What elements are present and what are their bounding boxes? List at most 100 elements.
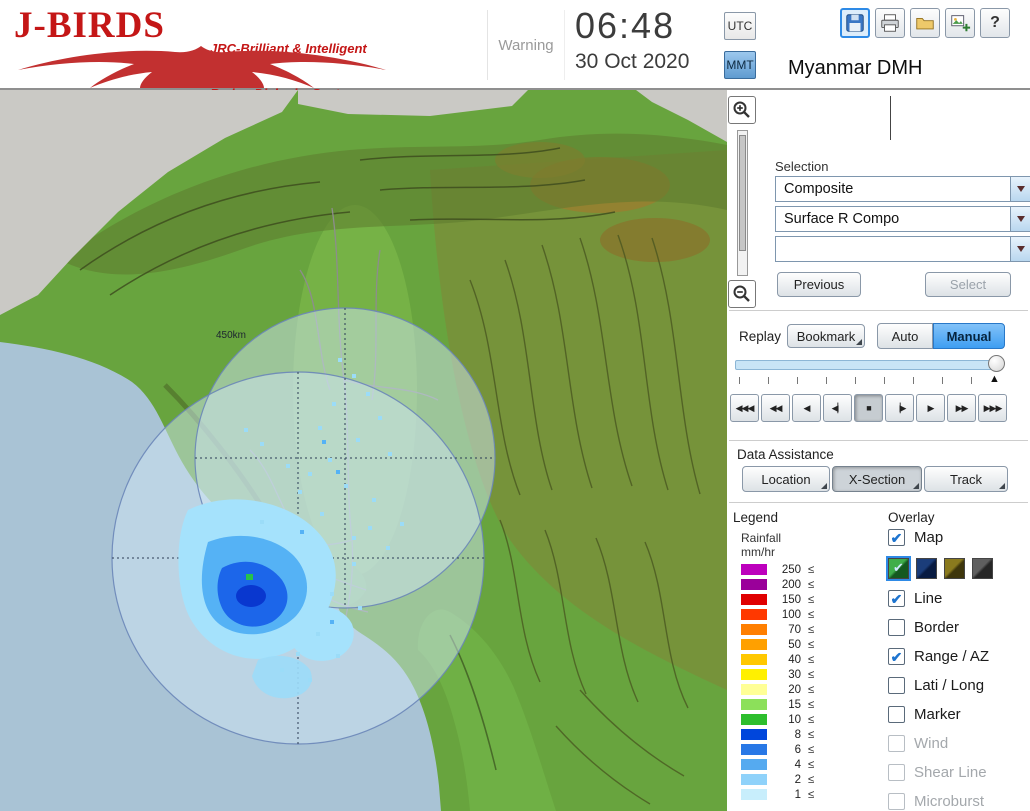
legend-color-swatch [741, 624, 767, 635]
legend-value: 1 [775, 789, 801, 801]
map-style-row: ✔ [888, 556, 1030, 580]
legend-le-sign: ≤ [808, 594, 814, 606]
zoom-out-button[interactable] [728, 280, 756, 308]
dropdown-product[interactable]: Surface R Compo [775, 206, 1030, 232]
map-style-navy-swatch[interactable] [916, 558, 937, 579]
playback-stop-button[interactable]: ■ [854, 394, 883, 422]
legend-value: 200 [775, 579, 801, 591]
dropdown-open-button[interactable] [1010, 237, 1030, 261]
legend-value: 2 [775, 774, 801, 786]
help-button[interactable]: ? [980, 8, 1010, 38]
timeline-slider[interactable] [735, 360, 1003, 370]
data-assistance-label: Data Assistance [737, 447, 834, 462]
legend-rows: 250≤200≤150≤100≤70≤50≤40≤30≤20≤15≤10≤8≤6… [741, 562, 814, 802]
eagle-icon [10, 44, 395, 88]
dropdown-product-group[interactable]: Composite [775, 176, 1030, 202]
save-icon [844, 12, 866, 34]
lati-long-checkbox[interactable] [888, 677, 905, 694]
microburst-checkbox[interactable] [888, 793, 905, 810]
legend-le-sign: ≤ [808, 609, 814, 621]
top-bar: J-BIRDS JRC-Brilliant & Intelligent Rada… [0, 0, 1030, 90]
legend-row-4: 4≤ [741, 757, 814, 772]
legend-row-2: 2≤ [741, 772, 814, 787]
marker-checkbox[interactable] [888, 706, 905, 723]
clock-time: 06:48 [575, 5, 689, 47]
radar-map[interactable]: 450km [0, 90, 727, 811]
help-icon: ? [990, 14, 1000, 32]
bookmark-button[interactable]: Bookmark [787, 324, 865, 348]
save-button[interactable] [840, 8, 870, 38]
zoom-in-button[interactable] [728, 96, 756, 124]
x-section-button-label: X-Section [849, 472, 905, 487]
overlay-item-label: Border [914, 619, 959, 636]
legend-color-swatch [741, 759, 767, 770]
export-button[interactable] [945, 8, 975, 38]
utc-button[interactable]: UTC [724, 12, 756, 40]
overlay-item-marker[interactable]: Marker [888, 704, 1030, 725]
open-button[interactable] [910, 8, 940, 38]
location-button[interactable]: Location [742, 466, 830, 492]
previous-button[interactable]: Previous [777, 272, 861, 297]
track-button[interactable]: Track [924, 466, 1008, 492]
manual-mode-button[interactable]: Manual [933, 323, 1005, 349]
overlay-item-border[interactable]: Border [888, 617, 1030, 638]
shear-line-checkbox[interactable] [888, 764, 905, 781]
corner-expand-icon [821, 483, 827, 489]
selection-label: Selection [775, 159, 828, 174]
playback-jump-first-button[interactable]: ◀◀◀ [730, 394, 759, 422]
map-checkbox[interactable]: ✔ [888, 529, 905, 546]
overlay-item-line[interactable]: ✔Line [888, 588, 1030, 609]
map-style-olive-swatch[interactable] [944, 558, 965, 579]
range-az-checkbox[interactable]: ✔ [888, 648, 905, 665]
playback-play-button[interactable]: ▶ [916, 394, 945, 422]
legend-le-sign: ≤ [808, 684, 814, 696]
playback-step-forward-button[interactable]: ▕▶ [885, 394, 914, 422]
timeline-slider-thumb[interactable] [988, 355, 1005, 372]
select-button[interactable]: Select [925, 272, 1011, 297]
map-style-green-swatch[interactable]: ✔ [888, 558, 909, 579]
legend-color-swatch [741, 594, 767, 605]
mmt-button[interactable]: MMT [724, 51, 756, 79]
x-section-button[interactable]: X-Section [832, 466, 922, 492]
overlay-item-label: Shear Line [914, 764, 987, 781]
map-style-dark-swatch[interactable] [972, 558, 993, 579]
legend-value: 10 [775, 714, 801, 726]
overlay-item-microburst[interactable]: Microburst [888, 791, 1030, 811]
overlay-item-map[interactable]: ✔Map [888, 527, 1030, 548]
timezone-switch: UTC MMT [724, 12, 756, 90]
legend-value: 6 [775, 744, 801, 756]
legend-row-10: 10≤ [741, 712, 814, 727]
jbirds-app: J-BIRDS JRC-Brilliant & Intelligent Rada… [0, 0, 1030, 811]
overlay-item-lati-long[interactable]: Lati / Long [888, 675, 1030, 696]
warning-indicator[interactable]: Warning [487, 10, 565, 80]
dropdown-open-button[interactable] [1010, 177, 1030, 201]
zoom-slider[interactable] [737, 130, 748, 276]
dropdown-option[interactable] [775, 236, 1030, 262]
control-panel: Selection Composite Surface R Compo Prev… [727, 90, 1030, 811]
station-field-divider [890, 96, 891, 140]
playback-jump-last-button[interactable]: ▶▶▶ [978, 394, 1007, 422]
station-name: Myanmar DMH [788, 57, 922, 80]
playback-step-back-button[interactable]: ◀▏ [823, 394, 852, 422]
legend-row-200: 200≤ [741, 577, 814, 592]
legend-value: 100 [775, 609, 801, 621]
overlay-item-range-az[interactable]: ✔Range / AZ [888, 646, 1030, 667]
line-checkbox[interactable]: ✔ [888, 590, 905, 607]
legend-color-swatch [741, 774, 767, 785]
playback-play-backward-button[interactable]: ◀ [792, 394, 821, 422]
dropdown-open-button[interactable] [1010, 207, 1030, 231]
corner-expand-icon [913, 483, 919, 489]
playback-fast-forward-button[interactable]: ▶▶ [947, 394, 976, 422]
overlay-item-wind[interactable]: Wind [888, 733, 1030, 754]
legend-le-sign: ≤ [808, 729, 814, 741]
playback-fast-rewind-button[interactable]: ◀◀ [761, 394, 790, 422]
overlay-item-shear-line[interactable]: Shear Line [888, 762, 1030, 783]
zoom-slider-thumb[interactable] [739, 135, 746, 251]
print-button[interactable] [875, 8, 905, 38]
auto-mode-button[interactable]: Auto [877, 323, 933, 349]
legend-value: 30 [775, 669, 801, 681]
wind-checkbox[interactable] [888, 735, 905, 752]
border-checkbox[interactable] [888, 619, 905, 636]
legend-row-150: 150≤ [741, 592, 814, 607]
printer-icon [879, 12, 901, 34]
